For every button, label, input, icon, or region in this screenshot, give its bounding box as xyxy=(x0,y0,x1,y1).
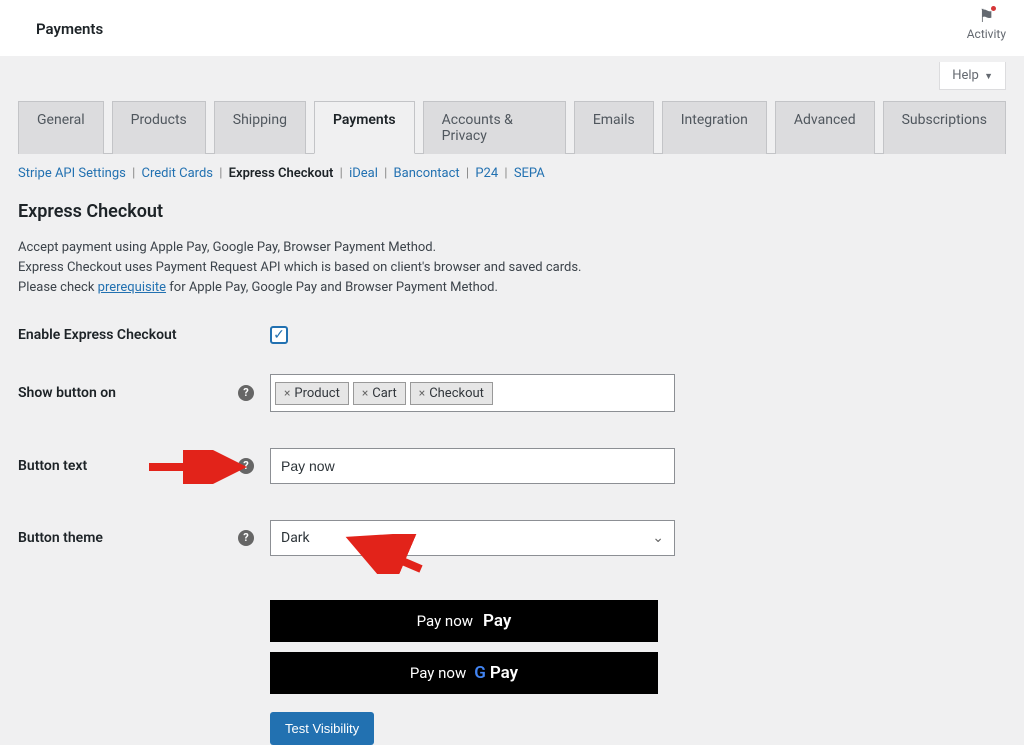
prerequisite-link[interactable]: prerequisite xyxy=(98,280,166,295)
button-theme-select[interactable]: Dark ⌄ xyxy=(270,520,675,556)
tab-shipping[interactable]: Shipping xyxy=(214,101,306,154)
button-text-input[interactable] xyxy=(270,448,675,484)
subtab-express-checkout[interactable]: Express Checkout xyxy=(229,166,334,181)
test-visibility-button[interactable]: Test Visibility xyxy=(270,712,374,745)
show-button-on-label: Show button on xyxy=(18,385,238,401)
enable-checkbox[interactable]: ✓ xyxy=(270,326,288,344)
button-text-label: Button text xyxy=(18,458,238,474)
tab-products[interactable]: Products xyxy=(112,101,206,154)
tab-subscriptions[interactable]: Subscriptions xyxy=(883,101,1006,154)
google-pay-preview-button[interactable]: Pay now G Pay xyxy=(270,652,658,694)
subtab-stripe-api[interactable]: Stripe API Settings xyxy=(18,166,126,181)
subtab-ideal[interactable]: iDeal xyxy=(349,166,378,181)
close-icon[interactable]: × xyxy=(362,386,368,400)
apple-pay-preview-button[interactable]: Pay now Pay xyxy=(270,600,658,642)
show-button-on-input[interactable]: ×Product ×Cart ×Checkout xyxy=(270,374,675,412)
subtab-p24[interactable]: P24 xyxy=(475,166,498,181)
help-label: Help xyxy=(952,68,979,83)
tab-payments[interactable]: Payments xyxy=(314,101,415,154)
help-toggle[interactable]: Help ▼ xyxy=(939,62,1006,90)
flag-icon: ⚑ xyxy=(978,6,994,27)
payments-subtabs: Stripe API Settings | Credit Cards | Exp… xyxy=(18,154,1006,187)
chevron-down-icon: ⌄ xyxy=(652,530,664,546)
subtab-sepa[interactable]: SEPA xyxy=(514,166,545,181)
help-icon[interactable]: ? xyxy=(238,530,254,546)
tab-emails[interactable]: Emails xyxy=(574,101,654,154)
tab-accounts-privacy[interactable]: Accounts & Privacy xyxy=(423,101,566,154)
close-icon[interactable]: × xyxy=(419,386,425,400)
chevron-down-icon: ▼ xyxy=(984,72,993,82)
enable-label: Enable Express Checkout xyxy=(18,327,238,343)
section-heading: Express Checkout xyxy=(18,201,1006,222)
subtab-bancontact[interactable]: Bancontact xyxy=(394,166,460,181)
settings-tabs: General Products Shipping Payments Accou… xyxy=(18,100,1006,154)
button-theme-label: Button theme xyxy=(18,530,238,546)
activity-label: Activity xyxy=(967,27,1006,41)
tag-checkout[interactable]: ×Checkout xyxy=(410,382,493,405)
subtab-credit-cards[interactable]: Credit Cards xyxy=(142,166,213,181)
help-icon[interactable]: ? xyxy=(238,458,254,474)
google-icon: G xyxy=(474,663,486,683)
tab-advanced[interactable]: Advanced xyxy=(775,101,875,154)
activity-button[interactable]: ⚑ Activity xyxy=(967,6,1006,41)
tag-cart[interactable]: ×Cart xyxy=(353,382,406,405)
tag-product[interactable]: ×Product xyxy=(275,382,349,405)
help-icon[interactable]: ? xyxy=(238,385,254,401)
tab-integration[interactable]: Integration xyxy=(662,101,767,154)
close-icon[interactable]: × xyxy=(284,386,290,400)
page-title: Payments xyxy=(36,20,103,38)
tab-general[interactable]: General xyxy=(18,101,104,154)
section-description: Accept payment using Apple Pay, Google P… xyxy=(18,238,1006,298)
